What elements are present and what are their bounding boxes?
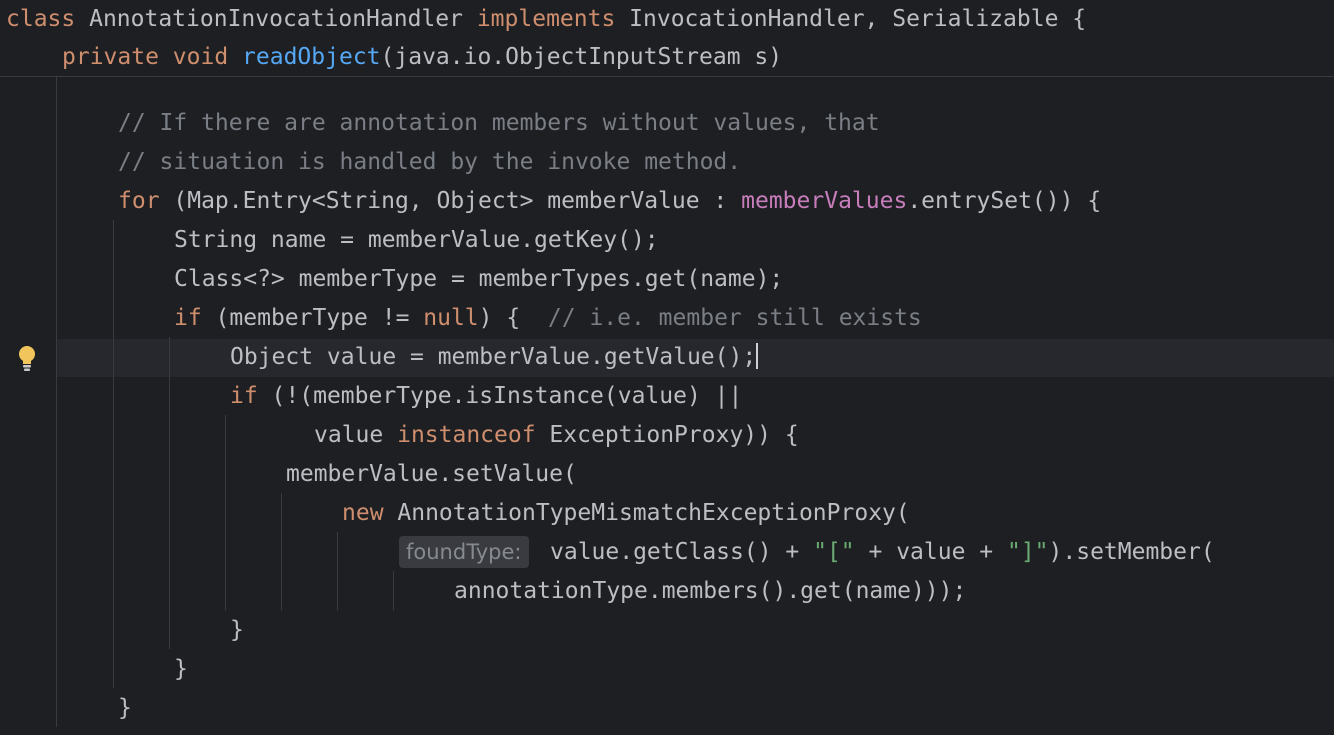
instanceof-text: value [314, 422, 398, 448]
if-text: ) { [478, 305, 548, 331]
get-class-text: ).setMember( [1048, 539, 1215, 565]
keyword-implements: implements [476, 6, 616, 32]
keyword-private: private [62, 44, 159, 70]
keyword-instanceof: instanceof [397, 422, 536, 448]
for-loop-line[interactable]: for (Map.Entry<String, Object> memberVal… [118, 182, 1101, 221]
code-editor[interactable]: class AnnotationInvocationHandler implem… [0, 0, 1334, 735]
sticky-lines-header: class AnnotationInvocationHandler implem… [0, 0, 1334, 77]
class-name: AnnotationInvocationHandler [75, 6, 477, 32]
indent-guide [337, 532, 338, 610]
for-text: (Map.Entry<String, Object> memberValue : [159, 188, 742, 214]
get-class-text: + value + [854, 539, 1007, 565]
comment-line[interactable]: // situation is handled by the invoke me… [118, 143, 741, 182]
text-caret [756, 343, 759, 369]
keyword-class: class [6, 6, 76, 32]
closing-brace[interactable]: } [174, 650, 188, 689]
indent-guide [113, 220, 114, 688]
value-line-text: Object value = memberValue.getValue(); [230, 344, 757, 370]
method-name: readObject [242, 44, 381, 70]
value-declaration-line[interactable]: Object value = memberValue.getValue(); [230, 338, 759, 377]
closing-brace[interactable]: } [118, 689, 132, 728]
method-params: (java.io.ObjectInputStream s) [380, 44, 783, 70]
instanceof-text: ExceptionProxy)) { [535, 422, 799, 448]
if-null-check-line[interactable]: if (memberType != null) { // i.e. member… [174, 299, 922, 338]
comment-line[interactable]: // If there are annotation members witho… [118, 104, 880, 143]
if-instance-line[interactable]: if (!(memberType.isInstance(value) || [230, 377, 742, 416]
keyword-void: void [172, 44, 229, 70]
keyword-if: if [174, 305, 202, 331]
sticky-method-line[interactable]: private void readObject(java.io.ObjectIn… [62, 38, 782, 77]
if-text: (memberType != [201, 305, 424, 331]
new-proxy-line[interactable]: new AnnotationTypeMismatchExceptionProxy… [342, 494, 910, 533]
set-value-line[interactable]: memberValue.setValue( [286, 455, 577, 494]
closing-brace[interactable]: } [230, 611, 244, 650]
name-declaration-line[interactable]: String name = memberValue.getKey(); [174, 221, 659, 260]
instanceof-line[interactable]: value instanceof ExceptionProxy)) { [314, 416, 799, 455]
get-class-line[interactable]: value.getClass() + "[" + value + "]").se… [550, 533, 1215, 572]
sticky-class-line[interactable]: class AnnotationInvocationHandler implem… [6, 0, 1086, 39]
interfaces-text: InvocationHandler, Serializable { [615, 6, 1087, 32]
get-class-text: value.getClass() + [550, 539, 814, 565]
parameter-hint-found-type[interactable]: foundType: [399, 536, 529, 568]
field-member-values: memberValues [741, 188, 908, 214]
indent-guide [281, 493, 282, 610]
if-instance-text: (!(memberType.isInstance(value) || [257, 383, 743, 409]
members-get-line[interactable]: annotationType.members().get(name))); [454, 572, 966, 611]
keyword-if: if [230, 383, 258, 409]
for-text: .entrySet()) { [907, 188, 1102, 214]
string-literal: "]" [1006, 539, 1049, 565]
indent-guide [225, 415, 226, 610]
string-literal: "[" [813, 539, 855, 565]
member-type-line[interactable]: Class<?> memberType = memberTypes.get(na… [174, 260, 783, 299]
inline-comment: // i.e. member still exists [547, 305, 922, 331]
new-proxy-text: AnnotationTypeMismatchExceptionProxy( [383, 500, 910, 526]
indent-guide [56, 77, 57, 727]
indent-guide [169, 337, 170, 649]
keyword-new: new [342, 500, 384, 526]
keyword-null: null [423, 305, 479, 331]
indent-guide [393, 571, 394, 610]
lightbulb-icon[interactable] [17, 345, 37, 373]
keyword-for: for [118, 188, 160, 214]
